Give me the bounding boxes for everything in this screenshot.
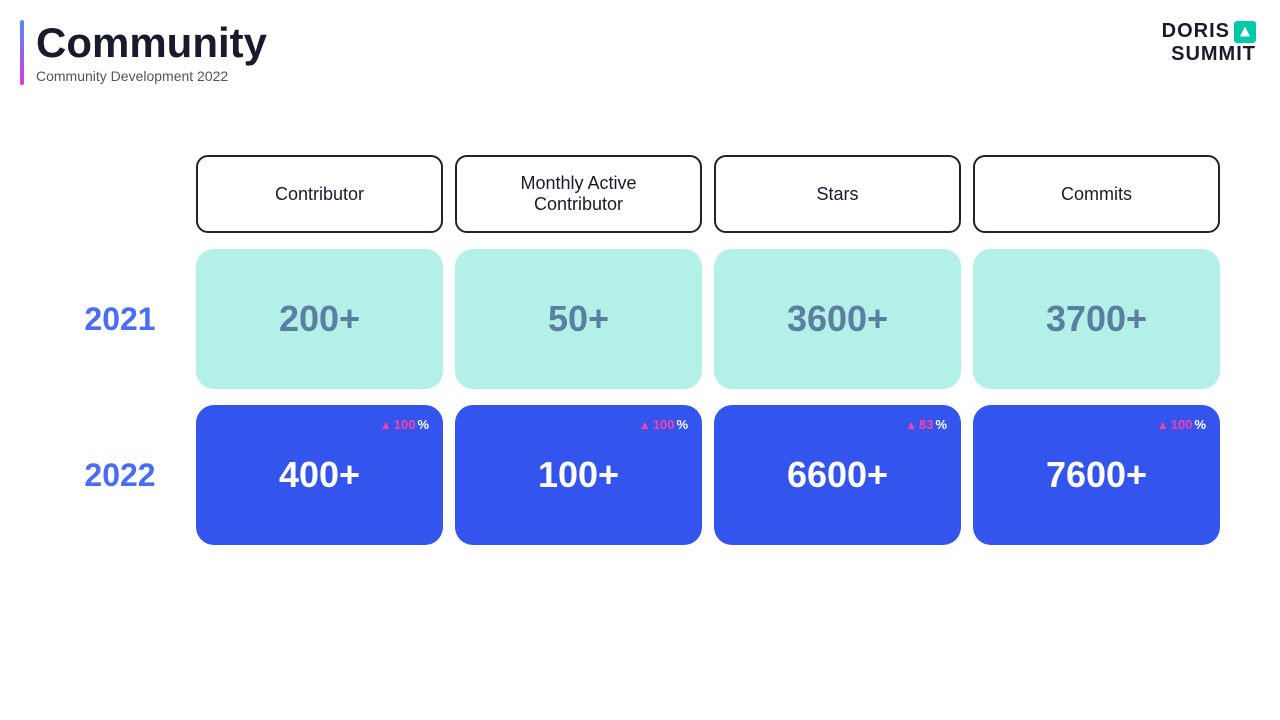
col-header-monthly: Monthly Active Contributor — [455, 155, 702, 233]
badge-triangle-icon: ▲ — [1157, 418, 1169, 432]
badge-commits: ▲ 100 % — [1157, 417, 1206, 432]
row-2022: 2022 ▲ 100 % 400+ ▲ 100 % 100+ — [60, 405, 1220, 545]
cards-2022: ▲ 100 % 400+ ▲ 100 % 100+ ▲ 83 % — [196, 405, 1220, 545]
page-header: Community Community Development 2022 — [20, 20, 267, 85]
badge-pct-symbol: % — [935, 417, 947, 432]
logo-doris: DORIS — [1162, 20, 1230, 43]
page-subtitle: Community Development 2022 — [36, 68, 267, 84]
card-2021-contributor: 200+ — [196, 249, 443, 389]
badge-pct-symbol: % — [1194, 417, 1206, 432]
badge-triangle-icon: ▲ — [905, 418, 917, 432]
logo-text: DORIS — [1162, 20, 1256, 43]
card-2022-contributor: ▲ 100 % 400+ — [196, 405, 443, 545]
column-headers-row: Contributor Monthly Active Contributor S… — [60, 155, 1220, 233]
logo-summit: SUMMIT — [1171, 43, 1256, 66]
col-header-stars: Stars — [714, 155, 961, 233]
card-2021-commits: 3700+ — [973, 249, 1220, 389]
year-label-2022: 2022 — [60, 457, 180, 494]
badge-triangle-icon: ▲ — [380, 418, 392, 432]
card-2021-monthly: 50+ — [455, 249, 702, 389]
logo-icon — [1234, 21, 1256, 43]
year-label-2021: 2021 — [60, 301, 180, 338]
badge-percent-value: 100 — [653, 417, 675, 432]
badge-pct-symbol: % — [676, 417, 688, 432]
card-2022-stars: ▲ 83 % 6600+ — [714, 405, 961, 545]
logo: DORIS SUMMIT — [1162, 20, 1256, 66]
badge-monthly: ▲ 100 % — [639, 417, 688, 432]
card-2022-monthly: ▲ 100 % 100+ — [455, 405, 702, 545]
header-text-group: Community Community Development 2022 — [36, 20, 267, 84]
col-header-commits: Commits — [973, 155, 1220, 233]
badge-percent-value: 83 — [919, 417, 933, 432]
column-headers: Contributor Monthly Active Contributor S… — [196, 155, 1220, 233]
badge-percent-value: 100 — [394, 417, 416, 432]
badge-pct-symbol: % — [417, 417, 429, 432]
badge-contributor: ▲ 100 % — [380, 417, 429, 432]
badge-percent-value: 100 — [1171, 417, 1193, 432]
cards-2021: 200+ 50+ 3600+ 3700+ — [196, 249, 1220, 389]
page-title: Community — [36, 20, 267, 66]
badge-triangle-icon: ▲ — [639, 418, 651, 432]
card-2022-commits: ▲ 100 % 7600+ — [973, 405, 1220, 545]
badge-stars: ▲ 83 % — [905, 417, 947, 432]
row-2021: 2021 200+ 50+ 3600+ 3700+ — [60, 249, 1220, 389]
col-header-contributor: Contributor — [196, 155, 443, 233]
card-2021-stars: 3600+ — [714, 249, 961, 389]
header-accent-bar — [20, 20, 24, 85]
main-grid: Contributor Monthly Active Contributor S… — [60, 155, 1220, 545]
